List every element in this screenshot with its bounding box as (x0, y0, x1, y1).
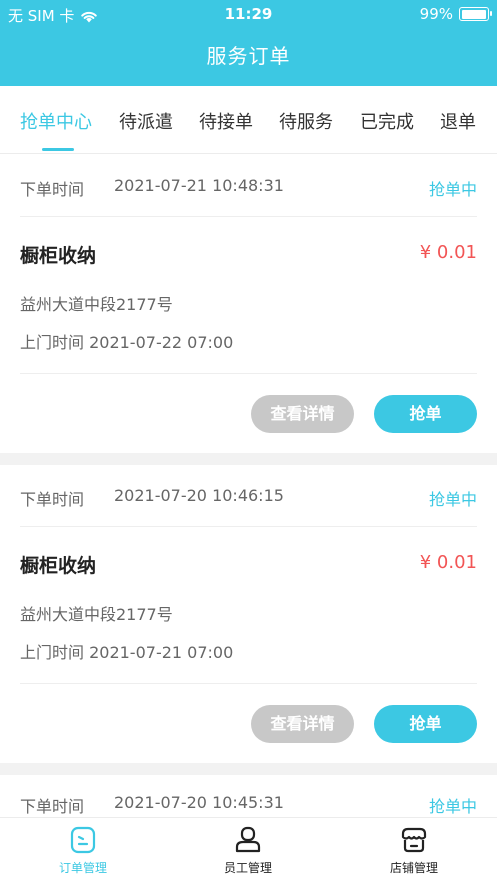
battery-percent: 99% (419, 5, 453, 23)
nav-label: 订单管理 (58, 861, 107, 875)
order-status: 抢单中 (428, 797, 477, 816)
order-status: 抢单中 (428, 490, 477, 509)
order-time-label: 下单时间 (20, 490, 85, 509)
visit-time: 上门时间 2021-07-21 07:00 (20, 643, 234, 662)
staff-icon (235, 826, 261, 853)
nav-staff-management[interactable]: 员工管理 (188, 826, 308, 876)
visit-time: 上门时间 2021-07-22 07:00 (20, 333, 234, 352)
battery-icon (459, 7, 492, 21)
order-time-value: 2021-07-21 10:48:31 (114, 176, 284, 195)
order-price: ¥ 0.01 (419, 242, 477, 263)
order-header-row: 下单时间 2021-07-20 10:46:15 抢单中 (20, 465, 477, 527)
nav-label: 员工管理 (223, 861, 272, 875)
tab-pending-dispatch[interactable]: 待派遣 (119, 108, 173, 134)
shop-icon (401, 827, 427, 853)
nav-label: 店铺管理 (389, 861, 438, 875)
order-address: 益州大道中段2177号 (20, 295, 173, 314)
order-time-label: 下单时间 (20, 180, 85, 199)
order-time-value: 2021-07-20 10:46:15 (114, 486, 284, 505)
order-card: 下单时间 2021-07-20 10:46:15 抢单中 橱柜收纳 ¥ 0.01… (0, 465, 497, 763)
order-card: 下单时间 2021-07-21 10:48:31 抢单中 橱柜收纳 ¥ 0.01… (0, 155, 497, 453)
page-title: 服务订单 (206, 44, 291, 68)
order-address: 益州大道中段2177号 (20, 605, 173, 624)
view-detail-button[interactable]: 查看详情 (251, 705, 354, 743)
nav-shop-management[interactable]: 店铺管理 (354, 826, 474, 876)
tab-completed[interactable]: 已完成 (360, 108, 414, 134)
order-tabs: 抢单中心 待派遣 待接单 待服务 已完成 退单 (0, 86, 497, 154)
status-bar: 无 SIM 卡 11:29 99% (0, 0, 497, 30)
tab-pending-accept[interactable]: 待接单 (199, 108, 253, 134)
grab-order-button[interactable]: 抢单 (374, 395, 477, 433)
divider (20, 683, 477, 684)
grab-order-button[interactable]: 抢单 (374, 705, 477, 743)
order-time-label: 下单时间 (20, 797, 85, 816)
order-time-value: 2021-07-20 10:45:31 (114, 793, 284, 812)
bottom-nav: 订单管理 员工管理 店铺管理 (0, 817, 497, 883)
battery-fill (461, 9, 487, 19)
service-name: 橱柜收纳 (20, 555, 97, 577)
status-right: 99% (419, 5, 492, 23)
tab-refund[interactable]: 退单 (440, 108, 476, 134)
order-price: ¥ 0.01 (419, 552, 477, 573)
order-header-row: 下单时间 2021-07-21 10:48:31 抢单中 (20, 155, 477, 217)
order-status: 抢单中 (428, 180, 477, 199)
card-separator (0, 453, 497, 465)
order-card: 下单时间 2021-07-20 10:45:31 抢单中 (0, 775, 497, 817)
view-detail-button[interactable]: 查看详情 (251, 395, 354, 433)
divider (20, 373, 477, 374)
card-separator (0, 763, 497, 775)
tab-pending-service[interactable]: 待服务 (279, 108, 333, 134)
order-icon (70, 826, 96, 854)
order-header-row: 下单时间 2021-07-20 10:45:31 抢单中 (20, 775, 477, 817)
tab-active-indicator (42, 148, 74, 151)
tab-grab-center[interactable]: 抢单中心 (20, 108, 92, 134)
nav-order-management[interactable]: 订单管理 (23, 826, 143, 876)
service-name: 橱柜收纳 (20, 245, 97, 267)
header: 无 SIM 卡 11:29 99% 服务订单 (0, 0, 497, 86)
